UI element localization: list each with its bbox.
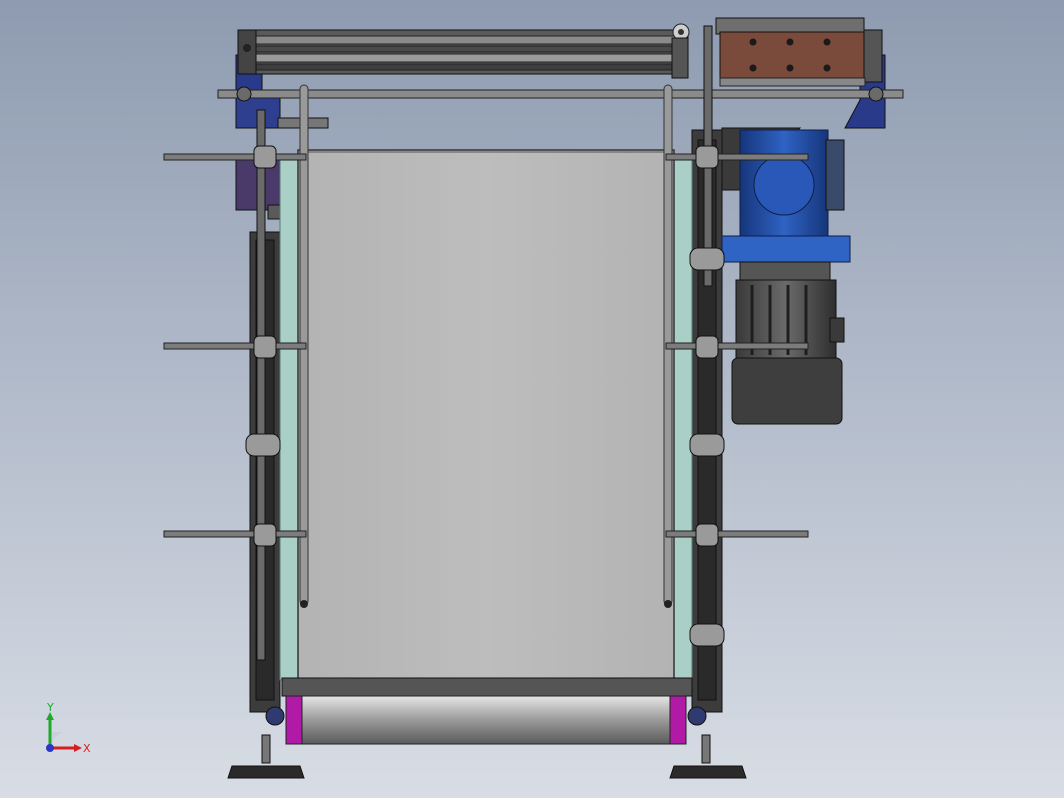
top-cross-rod <box>217 86 904 102</box>
bottom-roller <box>265 677 707 745</box>
triad-y-label: Y <box>46 701 54 714</box>
conveyor-belt <box>297 149 675 696</box>
coordinate-triad-icon: Y X <box>46 701 91 755</box>
cad-viewport[interactable]: Y X <box>0 0 1064 798</box>
triad-x-label: X <box>83 742 91 755</box>
top-linear-rail <box>237 23 690 79</box>
drive-motor <box>721 127 851 425</box>
gearbox-plate <box>715 17 883 87</box>
cad-model-view[interactable]: Y X <box>0 0 1064 798</box>
right-side-frame <box>691 25 723 713</box>
